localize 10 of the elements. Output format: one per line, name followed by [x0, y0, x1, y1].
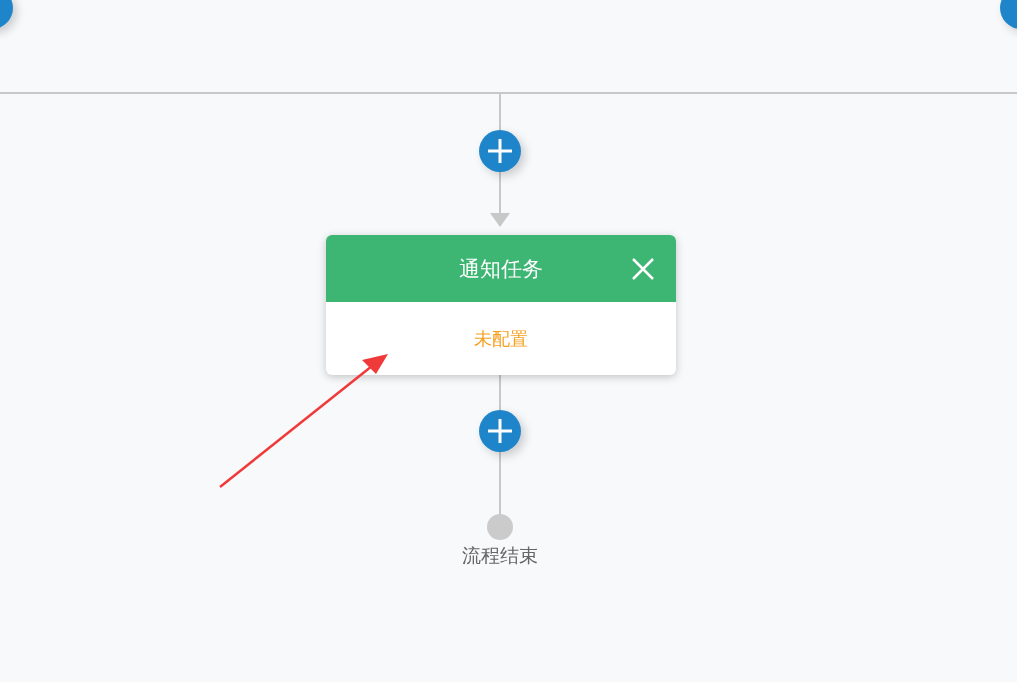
add-node-button[interactable] — [479, 410, 521, 452]
end-node-label: 流程结束 — [461, 543, 539, 568]
add-node-button[interactable] — [479, 130, 521, 172]
plus-icon — [487, 138, 513, 164]
node-status: 未配置 — [474, 326, 528, 351]
task-node-card[interactable]: 通知任务 未配置 — [326, 235, 676, 375]
close-button[interactable] — [630, 256, 656, 282]
node-title: 通知任务 — [459, 255, 543, 283]
close-icon — [632, 258, 654, 280]
plus-icon — [487, 418, 513, 444]
